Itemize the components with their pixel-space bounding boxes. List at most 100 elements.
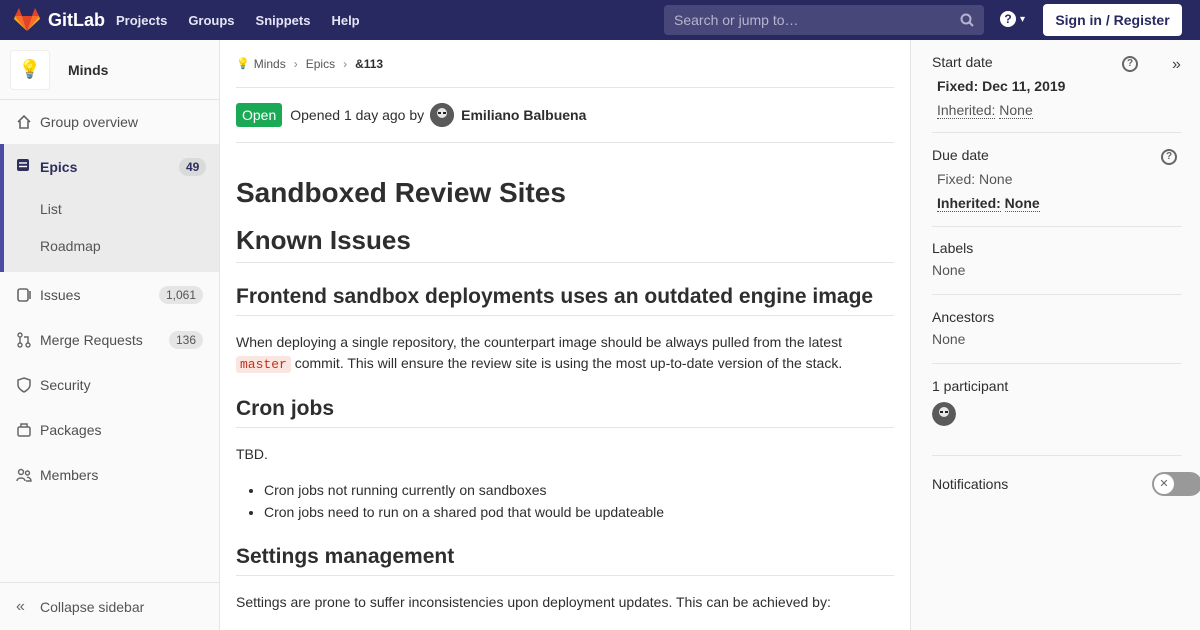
question-icon[interactable]: ? <box>1161 149 1177 165</box>
search-box <box>664 5 984 35</box>
inherited-value: None <box>1004 195 1040 212</box>
labels-value: None <box>932 262 966 278</box>
settings-paragraph: Settings are prone to suffer inconsisten… <box>236 594 831 610</box>
sidebar-item-issues[interactable]: Issues 1,061 <box>0 272 219 317</box>
breadcrumb: 💡 Minds › Epics › &113 <box>236 40 894 88</box>
fixed-label: Fixed: <box>937 171 976 187</box>
cron-paragraph: TBD. <box>236 446 268 462</box>
users-icon <box>16 467 32 483</box>
frontend-text-2: commit. This will ensure the review site… <box>294 355 843 371</box>
chevron-right-icon: › <box>293 56 298 71</box>
epic-status-row: Open Opened 1 day ago by Emiliano Balbue… <box>236 88 894 143</box>
sidebar-item-group-overview[interactable]: Group overview <box>0 99 219 144</box>
sidebar-item-security[interactable]: Security <box>0 362 219 407</box>
group-name: Minds <box>68 61 109 78</box>
collapse-sidebar-label: Collapse sidebar <box>40 598 145 615</box>
sign-in-button[interactable]: Sign in / Register <box>1043 4 1182 36</box>
sidebar-item-label: Epics <box>40 158 78 175</box>
sidebar-item-label: Security <box>40 376 91 393</box>
start-date-block: Start date ? Fixed: Dec 11, 2019 Inherit… <box>932 54 1182 133</box>
due-date-title: Due date <box>932 147 989 163</box>
question-icon[interactable]: ? <box>1122 56 1138 72</box>
notifications-toggle[interactable]: ✕ <box>1152 472 1200 496</box>
epic-title: Sandboxed Review Sites <box>236 177 566 208</box>
sidebar-item-label: Packages <box>40 421 102 438</box>
nav-groups[interactable]: Groups <box>188 13 234 28</box>
start-date-fixed[interactable]: Fixed: Dec 11, 2019 <box>937 78 1182 94</box>
group-context[interactable]: 💡 Minds <box>0 40 219 100</box>
sidebar-item-label: Merge Requests <box>40 331 143 348</box>
code-snippet: master <box>236 356 291 373</box>
shield-icon <box>16 376 32 393</box>
chevron-down-icon: ▾ <box>1020 13 1026 25</box>
labels-title: Labels <box>932 240 974 256</box>
opened-text: Opened 1 day ago by <box>290 107 425 123</box>
frontend-heading: Frontend sandbox deployments uses an out… <box>236 285 894 316</box>
issues-icon <box>16 287 32 303</box>
left-sidebar: 💡 Minds Group overview Epics 49 List Roa… <box>0 40 220 630</box>
search-input[interactable] <box>674 12 954 28</box>
top-navbar: GitLab Projects Groups Snippets Help ? ▾… <box>0 0 1200 40</box>
author-name[interactable]: Emiliano Balbuena <box>461 107 586 123</box>
fixed-label: Fixed: <box>937 78 979 94</box>
sidebar-item-label: Members <box>40 466 99 483</box>
close-icon: ✕ <box>1154 474 1174 494</box>
known-issues-heading: Known Issues <box>236 225 894 263</box>
breadcrumb-group[interactable]: Minds <box>254 57 286 71</box>
brand-name: GitLab <box>48 9 105 30</box>
ancestors-value: None <box>932 331 966 347</box>
due-date-inherited[interactable]: Inherited: None <box>937 195 1182 212</box>
sidebar-item-packages[interactable]: Packages <box>0 407 219 452</box>
nav-projects[interactable]: Projects <box>116 13 167 28</box>
gitlab-tanuki-icon <box>14 8 40 31</box>
participant-avatar[interactable] <box>932 402 956 426</box>
nav-help[interactable]: Help <box>331 13 359 28</box>
epic-icon <box>16 158 30 175</box>
double-chevron-left-icon: « <box>16 597 25 615</box>
list-item: Cron jobs need to run on a shared pod th… <box>264 501 894 523</box>
frontend-paragraph: When deploying a single repository, the … <box>236 332 894 375</box>
epics-count-badge: 49 <box>179 158 207 176</box>
participants-block: 1 participant <box>932 378 1182 456</box>
sidebar-item-merge-requests[interactable]: Merge Requests 136 <box>0 317 219 362</box>
sidebar-item-epics[interactable]: Epics <box>16 158 77 175</box>
collapse-sidebar-button[interactable]: « Collapse sidebar <box>0 582 219 630</box>
breadcrumb-current[interactable]: &113 <box>355 57 383 71</box>
breadcrumb-group-avatar: 💡 <box>236 58 250 70</box>
sidebar-item-members[interactable]: Members <box>0 452 219 497</box>
ancestors-block: Ancestors None <box>932 309 1182 364</box>
help-dropdown[interactable]: ? ▾ <box>1000 11 1025 27</box>
cron-heading: Cron jobs <box>236 397 894 428</box>
sidebar-item-label: Issues <box>40 286 81 303</box>
fixed-value: Dec 11, 2019 <box>982 78 1066 94</box>
start-date-title: Start date <box>932 54 993 70</box>
inherited-label: Inherited: <box>937 195 1001 212</box>
start-date-inherited[interactable]: Inherited: None <box>937 102 1182 119</box>
breadcrumb-epics[interactable]: Epics <box>306 57 335 71</box>
cron-list: Cron jobs not running currently on sandb… <box>236 479 894 523</box>
nav-snippets[interactable]: Snippets <box>256 13 311 28</box>
status-badge: Open <box>236 103 283 127</box>
notifications-block: Notifications ✕ <box>932 472 1200 504</box>
merge-requests-count-badge: 136 <box>168 330 203 349</box>
sidebar-item-label: Group overview <box>40 113 139 130</box>
list-item: Cron jobs not running currently on sandb… <box>264 479 894 501</box>
epic-content: 💡 Minds › Epics › &113 Open Opened 1 day… <box>236 40 894 630</box>
labels-block: Labels None <box>932 240 1182 295</box>
search-icon[interactable] <box>960 13 974 27</box>
participants-title: 1 participant <box>932 378 1009 394</box>
due-date-fixed[interactable]: Fixed: None <box>937 171 1182 187</box>
frontend-text-1: When deploying a single repository, the … <box>236 334 842 350</box>
ancestors-title: Ancestors <box>932 309 995 325</box>
right-sidebar: » Start date ? Fixed: Dec 11, 2019 Inher… <box>910 40 1200 630</box>
issues-count-badge: 1,061 <box>158 285 203 304</box>
fixed-value: None <box>979 171 1013 187</box>
sidebar-epics-section: Epics 49 List Roadmap <box>0 144 219 272</box>
group-avatar: 💡 <box>10 49 50 90</box>
author-avatar[interactable] <box>430 103 455 127</box>
inherited-value: None <box>999 102 1033 119</box>
gitlab-logo[interactable]: GitLab <box>14 8 114 32</box>
sidebar-subitem-roadmap[interactable]: Roadmap <box>40 238 101 254</box>
sidebar-subitem-list[interactable]: List <box>40 201 62 217</box>
package-icon <box>16 422 32 438</box>
